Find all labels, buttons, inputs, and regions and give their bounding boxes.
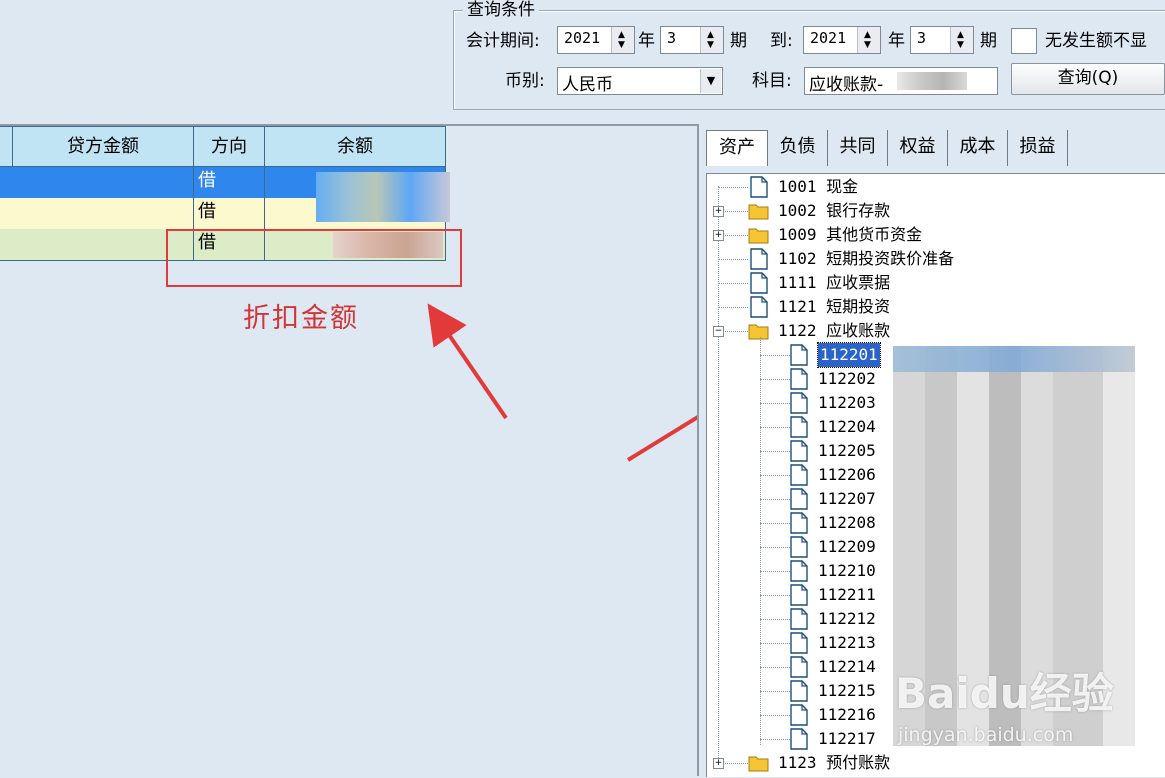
tree-node[interactable]: 1121 短期投资	[0, 295, 1165, 319]
document-icon	[750, 296, 768, 318]
tree-node-label: 1122 应收账款	[778, 321, 891, 340]
document-icon	[790, 344, 808, 366]
tree-node-label: 1002 银行存款	[778, 201, 891, 220]
tree-node-label: 112216	[818, 705, 876, 724]
tree-node-label: 112210	[818, 561, 876, 580]
folder-icon	[748, 756, 769, 772]
tree-node[interactable]: 1122 应收账款	[0, 319, 1165, 343]
tree-node-label: 112209	[818, 537, 876, 556]
tree-node-label: 112203	[818, 393, 876, 412]
tree-node-label: 1001 现金	[778, 177, 859, 196]
document-icon	[790, 440, 808, 462]
watermark-brand: Baidu经验	[895, 669, 1114, 718]
tree-node-label: 1009 其他货币资金	[778, 225, 923, 244]
tree-node[interactable]: 1002 银行存款	[0, 199, 1165, 223]
document-icon	[790, 392, 808, 414]
tree-node-label: 1121 短期投资	[778, 297, 891, 316]
tree-node-label: 112211	[818, 585, 876, 604]
tree-node[interactable]: 1001 现金	[0, 175, 1165, 199]
document-icon	[790, 512, 808, 534]
tree-node-label: 112212	[818, 609, 876, 628]
folder-icon	[748, 324, 769, 340]
folder-icon	[748, 204, 769, 220]
document-icon	[790, 560, 808, 582]
watermark-url: jingyan.baidu.com	[898, 724, 1074, 746]
tree-node-label: 112206	[818, 465, 876, 484]
tab-liabilities[interactable]: 负债	[768, 130, 828, 166]
tree-node[interactable]: 1009 其他货币资金	[0, 223, 1165, 247]
document-icon	[790, 632, 808, 654]
document-icon	[750, 176, 768, 198]
document-icon	[790, 464, 808, 486]
tab-cost[interactable]: 成本	[948, 130, 1008, 166]
document-icon	[790, 416, 808, 438]
tree-node-label: 112205	[818, 441, 876, 460]
document-icon	[790, 368, 808, 390]
tree-node-label: 112207	[818, 489, 876, 508]
document-icon	[750, 248, 768, 270]
tree-node-label: 1102 短期投资跌价准备	[778, 249, 955, 268]
tree-node-label: 1111 应收票据	[778, 273, 891, 292]
document-icon	[790, 536, 808, 558]
document-icon	[790, 704, 808, 726]
document-icon	[790, 584, 808, 606]
tree-node[interactable]: 1123 预付账款	[0, 751, 1165, 775]
tree-node-label: 112213	[818, 633, 876, 652]
tab-common[interactable]: 共同	[828, 130, 888, 166]
tab-assets[interactable]: 资产	[706, 130, 768, 166]
tree-node-label: 112204	[818, 417, 876, 436]
document-icon	[790, 488, 808, 510]
document-icon	[790, 656, 808, 678]
tree-node[interactable]: 1102 短期投资跌价准备	[0, 247, 1165, 271]
document-icon	[790, 680, 808, 702]
document-icon	[790, 728, 808, 750]
tab-equity[interactable]: 权益	[888, 130, 948, 166]
tab-profit-loss[interactable]: 损益	[1008, 130, 1068, 166]
folder-icon	[748, 228, 769, 244]
tree-node-label: 112214	[818, 657, 876, 676]
document-icon	[750, 272, 768, 294]
tree-node-label: 112208	[818, 513, 876, 532]
tree-node-label: 112217	[818, 729, 876, 748]
tree-node-label: 112215	[818, 681, 876, 700]
tree-node-label: 1123 预付账款	[778, 753, 891, 772]
tree-node-label: 112202	[818, 369, 876, 388]
document-icon	[790, 608, 808, 630]
tree-node[interactable]: 1111 应收票据	[0, 271, 1165, 295]
tree-node-label: 112201	[817, 342, 881, 368]
